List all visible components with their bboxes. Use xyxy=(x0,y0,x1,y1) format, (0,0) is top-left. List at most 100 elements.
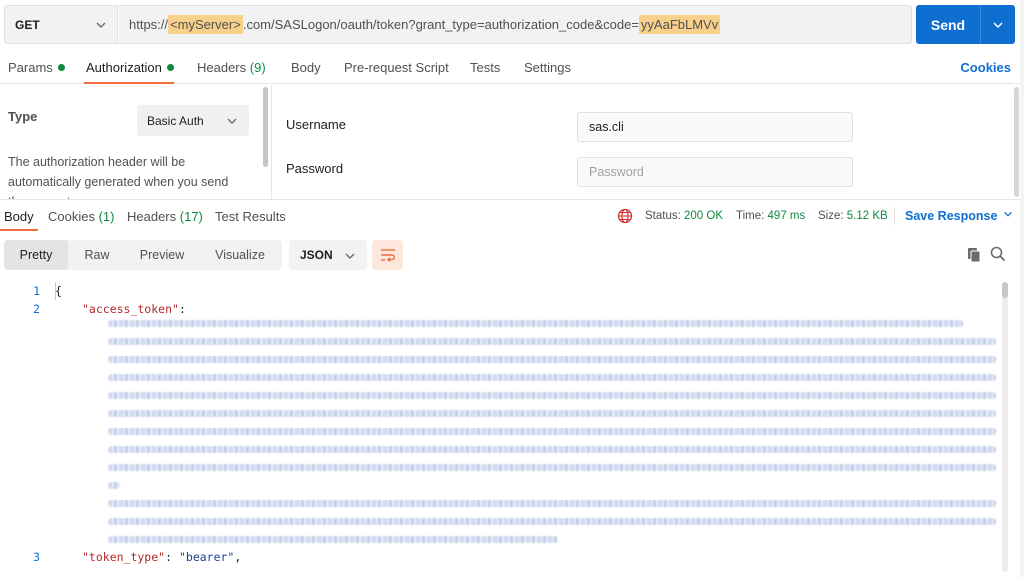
redacted-access-token-value xyxy=(108,320,996,550)
tab-tests[interactable]: Tests xyxy=(470,60,500,75)
size-value: 5.12 KB xyxy=(846,210,888,222)
response-bar: Body Cookies (1) Headers (17) Test Resul… xyxy=(0,201,1024,231)
send-options-button[interactable] xyxy=(981,19,1015,31)
redacted-line xyxy=(108,338,996,345)
tab-response-headers[interactable]: Headers (17) xyxy=(127,209,203,224)
size-label: Size: xyxy=(818,210,844,222)
method-value: GET xyxy=(15,17,40,32)
tab-params[interactable]: Params xyxy=(8,60,65,75)
username-label: Username xyxy=(286,117,346,132)
save-response-label: Save Response xyxy=(905,209,998,223)
tab-headers[interactable]: Headers (9) xyxy=(197,60,266,75)
tab-response-cookies[interactable]: Cookies (1) xyxy=(48,209,114,224)
save-response-button[interactable]: Save Response xyxy=(905,209,1013,223)
copy-icon[interactable] xyxy=(967,247,981,263)
open-brace: { xyxy=(55,284,62,298)
response-view-toolbar: Pretty Raw Preview Visualize JSON xyxy=(4,240,1020,272)
window-scrollbar[interactable] xyxy=(1020,0,1024,577)
tab-params-label: Params xyxy=(8,60,53,75)
url-server-highlight: <myServer> xyxy=(168,15,243,34)
json-colon: : xyxy=(165,550,173,564)
authorization-panel: Type Basic Auth The authorization header… xyxy=(0,85,1024,200)
request-url-bar: GET https://<myServer> .com/SASLogon/oaut… xyxy=(4,5,1016,45)
view-preview-button[interactable]: Preview xyxy=(126,240,198,270)
tab-response-cookies-label: Cookies xyxy=(48,209,95,224)
redacted-line xyxy=(108,428,996,435)
tab-response-headers-count: (17) xyxy=(179,209,203,224)
format-select[interactable]: JSON xyxy=(289,240,367,270)
redacted-line xyxy=(108,518,996,525)
json-value-token-type: "bearer" xyxy=(178,550,235,564)
tab-test-results[interactable]: Test Results xyxy=(215,209,286,224)
redacted-line xyxy=(108,320,963,327)
redacted-line xyxy=(108,536,558,543)
json-comma: , xyxy=(234,550,242,564)
redacted-line xyxy=(108,482,120,489)
tab-headers-count: (9) xyxy=(249,60,266,75)
auth-fields-scrollbar[interactable] xyxy=(1014,87,1019,197)
status-value: 200 OK xyxy=(684,210,724,222)
auth-pane-scrollbar[interactable] xyxy=(263,87,268,167)
view-pretty-button[interactable]: Pretty xyxy=(4,240,68,270)
time-meta: Time: 497 ms xyxy=(736,210,805,222)
tab-settings[interactable]: Settings xyxy=(524,60,571,75)
json-line-access-token: "access_token": xyxy=(82,302,186,316)
redacted-line xyxy=(108,464,996,471)
tab-pre-request-script[interactable]: Pre-request Script xyxy=(344,60,449,75)
search-icon[interactable] xyxy=(990,246,1006,262)
redacted-line xyxy=(108,392,996,399)
wrap-lines-button[interactable] xyxy=(372,240,403,270)
params-status-dot xyxy=(57,64,65,71)
time-value: 497 ms xyxy=(767,210,806,222)
request-tabs: Params Authorization Headers (9) Body Pr… xyxy=(0,50,1024,84)
globe-icon[interactable] xyxy=(617,208,633,224)
auth-description: The authorization header will be automat… xyxy=(8,155,229,199)
tab-response-body[interactable]: Body xyxy=(4,209,34,224)
password-field[interactable]: Password xyxy=(577,157,853,187)
active-response-tab-indicator xyxy=(0,229,38,231)
json-colon: : xyxy=(178,302,186,316)
status-meta: Status: 200 OK xyxy=(645,210,723,222)
username-field[interactable]: sas.cli xyxy=(577,112,853,142)
authorization-status-dot xyxy=(166,64,174,71)
redacted-line xyxy=(108,500,996,507)
tab-response-headers-label: Headers xyxy=(127,209,177,224)
chevron-down-icon xyxy=(96,22,106,28)
chevron-down-icon xyxy=(227,118,237,124)
auth-type-select[interactable]: Basic Auth xyxy=(137,105,249,136)
tab-authorization[interactable]: Authorization xyxy=(86,60,174,75)
line-number: 3 xyxy=(33,550,40,564)
tab-headers-label: Headers xyxy=(197,60,247,75)
method-select[interactable]: GET xyxy=(4,5,118,44)
format-value: JSON xyxy=(300,248,333,262)
code-scrollbar-thumb[interactable] xyxy=(1002,282,1008,298)
active-tab-indicator xyxy=(84,82,174,84)
tab-body[interactable]: Body xyxy=(291,60,321,75)
json-key-access-token: "access_token" xyxy=(82,302,179,316)
tab-response-cookies-count: (1) xyxy=(98,209,115,224)
password-label: Password xyxy=(286,161,344,176)
json-line-token-type: "token_type": "bearer", xyxy=(82,550,241,564)
auth-type-pane: Type Basic Auth The authorization header… xyxy=(0,85,272,199)
type-label: Type xyxy=(8,109,38,124)
status-label: Status: xyxy=(645,210,681,222)
url-code-highlight: yyAaFbLMVv xyxy=(638,15,721,34)
url-path: .com/SASLogon/oauth/token?grant_type=aut… xyxy=(242,17,639,32)
divider xyxy=(894,207,895,225)
redacted-line xyxy=(108,446,996,453)
size-meta: Size: 5.12 KB xyxy=(818,210,888,222)
chevron-down-icon xyxy=(345,253,355,259)
response-body-code[interactable]: 1 { 2 "access_token": 3 "token_type": "b… xyxy=(0,280,1024,577)
redacted-line xyxy=(108,356,996,363)
time-label: Time: xyxy=(736,210,765,222)
view-raw-button[interactable]: Raw xyxy=(68,240,126,270)
send-button[interactable]: Send xyxy=(916,5,1015,44)
line-number: 2 xyxy=(33,302,40,316)
auth-type-value: Basic Auth xyxy=(147,113,204,128)
cookies-link[interactable]: Cookies xyxy=(960,60,1011,75)
code-scrollbar[interactable] xyxy=(1002,282,1008,572)
view-visualize-button[interactable]: Visualize xyxy=(198,240,282,270)
url-input[interactable]: https://<myServer> .com/SASLogon/oauth/to… xyxy=(119,5,912,44)
json-key-token-type: "token_type" xyxy=(82,550,166,564)
url-prefix: https:// xyxy=(129,17,169,32)
